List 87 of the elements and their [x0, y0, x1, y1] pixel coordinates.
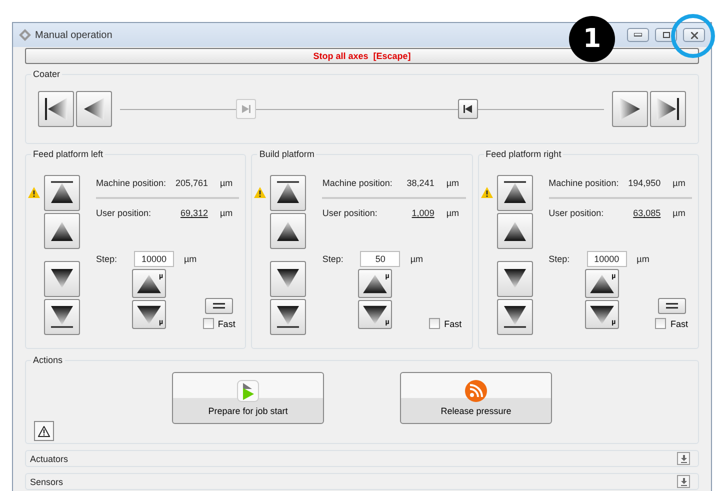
expand-button[interactable] [677, 475, 690, 488]
move-bottom-button[interactable] [44, 299, 80, 335]
step-label: Step: [322, 254, 344, 264]
move-bottom-button[interactable] [496, 299, 533, 335]
triangle-icon [136, 304, 162, 326]
equals-button[interactable] [658, 298, 686, 314]
machine-position-label: Machine position: [322, 178, 392, 188]
fast-checkbox[interactable]: Fast [429, 318, 462, 329]
move-up-button[interactable] [496, 213, 533, 249]
triangle-bar-icon [654, 95, 682, 123]
unit-label: µm [184, 254, 197, 264]
machine-position-value: 205,761 [174, 178, 208, 188]
unit-label: µm [445, 208, 460, 218]
step-label: Step: [548, 254, 571, 264]
action-button[interactable]: Prepare for job start [172, 372, 324, 424]
move-down-button[interactable] [44, 261, 80, 297]
user-position-link[interactable]: 63,085 [618, 208, 661, 218]
panel-title: Feed platform right [484, 149, 564, 159]
user-position-link[interactable]: 69,312 [166, 208, 208, 218]
panel-title: Actions [31, 355, 65, 365]
warning-icon [38, 426, 50, 436]
move-down-button[interactable] [496, 261, 533, 297]
app-icon [19, 29, 31, 41]
action-button[interactable]: Release pressure [400, 372, 552, 424]
skip-end-button[interactable] [650, 91, 686, 127]
triangle-icon [362, 304, 388, 326]
download-arrow-icon [680, 454, 688, 462]
move-up-button[interactable] [44, 213, 80, 249]
machine-position-label: Machine position: [548, 178, 619, 188]
equals-button[interactable] [205, 298, 234, 314]
equals-icon [666, 303, 678, 309]
unit-label: µm [445, 178, 460, 188]
expand-button[interactable] [677, 452, 690, 465]
triangle-icon [588, 304, 615, 326]
move-bottom-button[interactable] [270, 299, 306, 335]
move-down-button[interactable] [270, 261, 306, 297]
skip-left-icon [463, 104, 474, 114]
skip-start-button[interactable] [38, 91, 74, 127]
user-position-label: User position: [322, 208, 378, 218]
panel-title: Feed platform left [31, 149, 106, 159]
step-label: Step: [96, 254, 118, 264]
maximize-icon [662, 32, 670, 38]
step-right-button[interactable] [612, 91, 648, 127]
minimize-icon [634, 33, 642, 37]
panel-title: Coater [31, 69, 62, 79]
machine-position-value: 194,950 [627, 178, 661, 188]
move-top-button[interactable] [270, 175, 306, 211]
section-title: Sensors [29, 476, 64, 486]
close-button[interactable] [683, 28, 705, 42]
triangle-bar-icon [42, 95, 70, 123]
move-top-button[interactable] [496, 175, 533, 211]
user-position-label: User position: [96, 208, 152, 218]
step-left-button[interactable] [76, 91, 112, 127]
play-icon [237, 380, 259, 402]
machine-position-label: Machine position: [96, 178, 166, 188]
triangle-icon [362, 272, 388, 294]
user-position-link[interactable]: 1,009 [392, 208, 434, 218]
move-top-button[interactable] [44, 175, 80, 211]
step-field[interactable]: 10000 [134, 251, 174, 267]
step-field[interactable]: 50 [360, 251, 400, 267]
fast-checkbox[interactable]: Fast [202, 318, 236, 329]
machine-position-value: 38,241 [406, 178, 434, 188]
unit-label: µm [219, 178, 234, 188]
unit-label: µm [672, 178, 686, 188]
unit-label: µm [219, 208, 234, 218]
fast-checkbox[interactable]: Fast [655, 318, 688, 329]
minimize-button[interactable] [627, 28, 649, 42]
rss-icon [465, 380, 487, 402]
step-field[interactable]: 10000 [586, 251, 627, 267]
warning-button[interactable] [34, 421, 54, 441]
window-title: Manual operation [35, 30, 112, 40]
move-up-button[interactable] [270, 213, 306, 249]
triangle-icon [136, 272, 162, 294]
position-marker[interactable] [458, 99, 478, 119]
unit-label: µm [672, 208, 686, 218]
unit-label: µm [410, 254, 424, 264]
triangle-icon [588, 272, 615, 294]
triangle-bar-icon [48, 303, 76, 331]
close-icon [690, 32, 698, 38]
download-arrow-icon [680, 478, 688, 486]
skip-right-icon [240, 104, 251, 114]
panel-title: Build platform [257, 149, 316, 159]
unit-label: µm [636, 254, 650, 264]
equals-icon [213, 303, 226, 309]
stop-all-axes-button[interactable]: Stop all axes [Escape] [25, 48, 699, 64]
user-position-label: User position: [548, 208, 605, 218]
section-title: Actuators [29, 454, 70, 464]
